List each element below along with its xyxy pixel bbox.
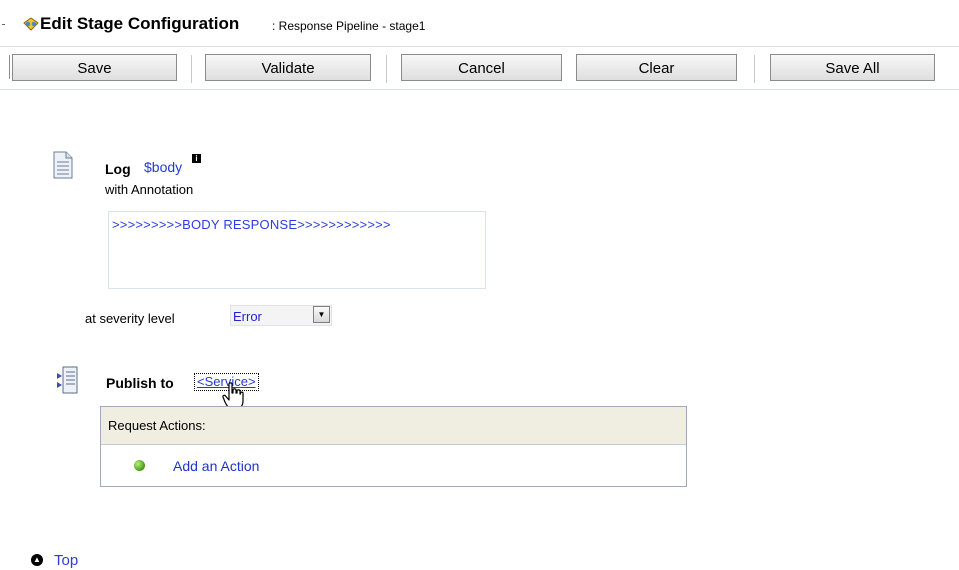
info-icon[interactable]: i xyxy=(192,154,201,163)
toolbar-separator xyxy=(191,55,192,83)
annotation-value: >>>>>>>>>BODY RESPONSE>>>>>>>>>>>> xyxy=(112,217,391,232)
toolbar-separator xyxy=(386,55,387,83)
validate-button[interactable]: Validate xyxy=(205,54,371,81)
toolbar-left-bar xyxy=(9,55,10,79)
header-tick xyxy=(2,24,5,25)
top-link[interactable]: Top xyxy=(54,552,78,569)
save-button[interactable]: Save xyxy=(12,54,177,81)
severity-label: at severity level xyxy=(85,311,175,326)
publish-label: Publish to xyxy=(106,375,174,391)
page-subtitle: : Response Pipeline - stage1 xyxy=(272,19,426,33)
add-action-link[interactable]: Add an Action xyxy=(173,458,259,474)
document-icon xyxy=(53,151,73,179)
cancel-button[interactable]: Cancel xyxy=(401,54,562,81)
log-action-label: Log xyxy=(105,161,131,177)
publish-icon xyxy=(56,365,80,395)
toolbar-separator xyxy=(754,55,755,83)
annotation-label: with Annotation xyxy=(105,182,194,197)
severity-value: Error xyxy=(233,309,262,324)
page-title: Edit Stage Configuration xyxy=(40,14,240,33)
chevron-down-icon[interactable]: ▼ xyxy=(313,306,330,323)
clear-button[interactable]: Clear xyxy=(576,54,737,81)
request-actions-label: Request Actions: xyxy=(108,418,206,433)
status-dot-icon xyxy=(134,460,145,471)
arrow-up-icon[interactable]: ▲ xyxy=(31,554,43,566)
stage-config-icon xyxy=(22,17,40,31)
save-all-button[interactable]: Save All xyxy=(770,54,935,81)
variable-link[interactable]: $body xyxy=(144,159,182,175)
